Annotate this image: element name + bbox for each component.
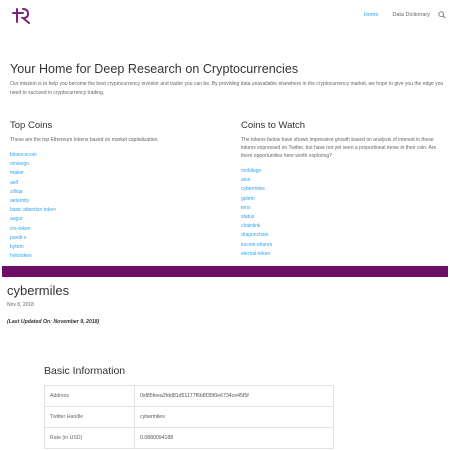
coin-link[interactable]: zilliqa — [10, 189, 23, 195]
coin-link[interactable]: aion — [241, 177, 250, 183]
hero-section: Your Home for Deep Research on Cryptocur… — [10, 62, 448, 97]
basic-information-section: Basic Information Address 0xf85feea2fdd8… — [44, 365, 334, 449]
list-item: zrx-token — [10, 225, 220, 234]
last-updated-note: (Last Updated On: November 9, 2018) — [7, 319, 100, 325]
list-item: mobilego — [241, 167, 449, 176]
list-item: holotoken — [10, 252, 220, 261]
list-item: maker — [10, 169, 220, 178]
table-key: Rate (in USD) — [44, 427, 135, 449]
coins-to-watch-list: mobilego aion cybermiles golem tenx stat… — [241, 167, 449, 259]
list-item: eternal-token — [241, 250, 449, 259]
list-item: status — [241, 213, 449, 222]
list-item: cybermiles — [241, 185, 449, 194]
crypto-logo-icon[interactable] — [11, 6, 31, 24]
coin-link[interactable]: aelf — [10, 180, 18, 186]
list-item: aeternity — [10, 197, 220, 206]
coins-to-watch-description: The tokens below have shown impressive g… — [241, 137, 437, 159]
main-nav: Home Data Dictionary — [350, 11, 446, 19]
list-item: omisego — [10, 160, 220, 169]
coin-link[interactable]: tenx — [241, 205, 250, 211]
coin-link[interactable]: kucoin-shares — [241, 242, 272, 248]
table-value: cybermiles — [134, 406, 334, 428]
coin-link[interactable]: binancecoin — [10, 152, 37, 158]
list-item: basic attention token — [10, 206, 220, 215]
post-title: cybermiles — [7, 283, 70, 298]
hero-text: Our mission is to help you become the be… — [10, 81, 444, 96]
list-item: aion — [241, 176, 449, 185]
post-date: Nov 8, 2018 — [7, 302, 34, 308]
purple-divider-band — [2, 266, 448, 277]
nav-home[interactable]: Home — [364, 12, 379, 18]
coin-link[interactable]: zrx-token — [10, 226, 31, 232]
coin-link[interactable]: cybermiles — [241, 186, 265, 192]
table-row: Twitter Handle cybermiles — [44, 406, 334, 428]
list-item: binancecoin — [10, 151, 220, 160]
header: Home Data Dictionary — [0, 0, 450, 30]
basic-information-title: Basic Information — [44, 365, 126, 377]
list-item: golem — [241, 195, 449, 204]
table-value: 0xf85feea2fdd81d51177f6b8f35f0e6734ce45f… — [134, 385, 334, 407]
nav-data-dictionary[interactable]: Data Dictionary — [392, 12, 430, 18]
basic-information-table: Address 0xf85feea2fdd81d51177f6b8f35f0e6… — [44, 385, 334, 449]
list-item: kucoin-shares — [241, 241, 449, 250]
top-coins-title: Top Coins — [10, 120, 53, 131]
top-coins-section: Top Coins These are the top Ethereum tok… — [10, 120, 220, 261]
top-coins-list: binancecoin omisego maker aelf zilliqa a… — [10, 151, 220, 261]
coin-link[interactable]: golem — [241, 196, 255, 202]
coins-to-watch-section: Coins to Watch The tokens below have sho… — [241, 120, 449, 259]
coin-link[interactable]: pundi-x — [10, 235, 26, 241]
coin-link[interactable]: holotoken — [10, 253, 32, 259]
list-item: aelf — [10, 179, 220, 188]
list-item: dragonchain — [241, 231, 449, 240]
list-item: zilliqa — [10, 188, 220, 197]
hero-title: Your Home for Deep Research on Cryptocur… — [10, 62, 299, 76]
coins-to-watch-title: Coins to Watch — [241, 120, 306, 131]
coin-link[interactable]: augur — [10, 216, 23, 222]
coin-link[interactable]: status — [241, 214, 254, 220]
coin-link[interactable]: mobilego — [241, 168, 261, 174]
list-item: bytom — [10, 243, 220, 252]
coin-link[interactable]: eternal-token — [241, 251, 270, 257]
post-header: cybermiles Nov 8, 2018 (Last Updated On:… — [7, 283, 447, 325]
top-coins-description: These are the top Ethereum tokens based … — [10, 137, 159, 143]
table-key: Address — [44, 385, 135, 407]
list-item: chainlink — [241, 222, 449, 231]
list-item: tenx — [241, 204, 449, 213]
coin-link[interactable]: aeternity — [10, 198, 29, 204]
list-item: pundi-x — [10, 234, 220, 243]
coin-link[interactable]: dragonchain — [241, 232, 269, 238]
search-icon[interactable] — [438, 11, 446, 19]
table-row: Address 0xf85feea2fdd81d51177f6b8f35f0e6… — [44, 385, 334, 407]
list-item: augur — [10, 215, 220, 224]
coin-link[interactable]: maker — [10, 170, 24, 176]
coin-link[interactable]: chainlink — [241, 223, 260, 229]
coin-link[interactable]: omisego — [10, 161, 29, 167]
coin-link[interactable]: basic attention token — [10, 207, 56, 213]
table-value: 0.0880094188 — [134, 427, 334, 449]
table-row: Rate (in USD) 0.0880094188 — [44, 427, 334, 449]
coin-link[interactable]: bytom — [10, 244, 24, 250]
table-key: Twitter Handle — [44, 406, 135, 428]
